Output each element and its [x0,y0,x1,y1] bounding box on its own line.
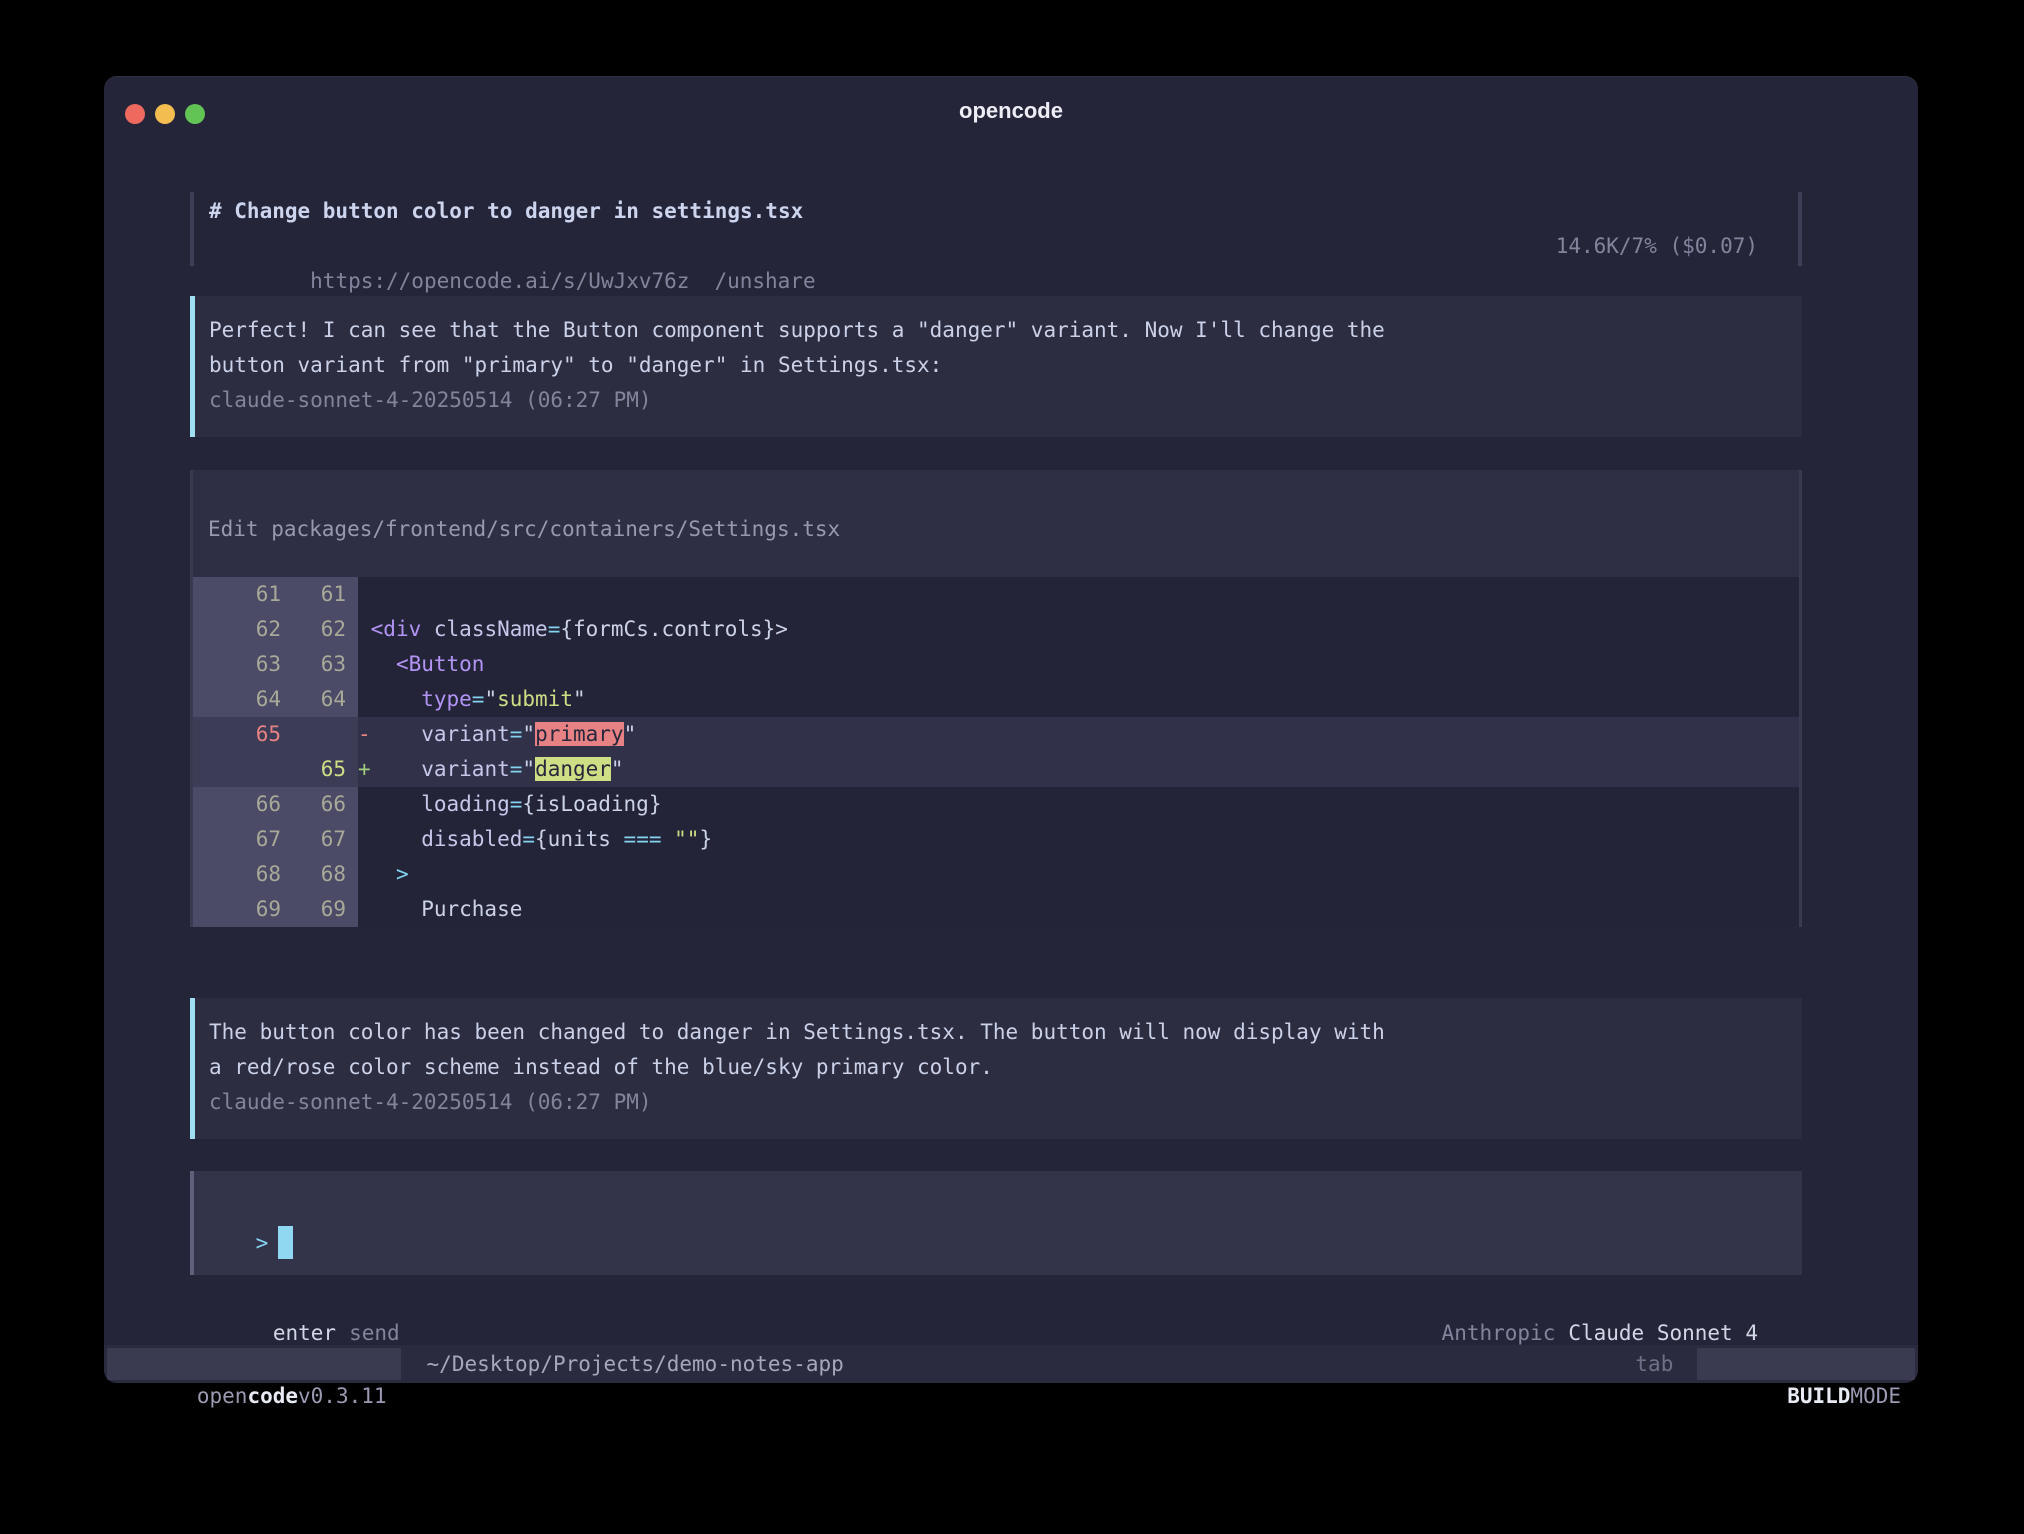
line-number-new: 62 [293,612,358,647]
diff-code-line: <div className={formCs.controls}> [358,612,1799,647]
diff-row: 6666 loading={isLoading} [193,787,1799,822]
diff-row: 6161 [193,577,1799,612]
prompt-symbol: > [256,1231,269,1255]
session-header: # Change button color to danger in setti… [190,192,1802,266]
share-row: https://opencode.ai/s/UwJxv76z/unshare [209,229,816,264]
diff-code-line: disabled={units === ""} [358,822,1799,857]
line-number-new: 68 [293,857,358,892]
session-subheader: https://opencode.ai/s/UwJxv76z/unshare 1… [209,229,1758,264]
diff-view: 61616262 <div className={formCs.controls… [193,577,1799,927]
window-title: opencode [104,98,1918,124]
prompt-input[interactable]: > [190,1171,1802,1275]
enter-key-hint: enter [273,1321,336,1345]
line-number-old: 66 [193,787,293,822]
assistant-message: The button color has been changed to dan… [190,998,1802,1139]
model-label: Claude Sonnet 4 [1568,1321,1758,1345]
line-number-new: 66 [293,787,358,822]
tab-key-hint: tab [1635,1352,1673,1376]
line-number-old: 64 [193,682,293,717]
edit-tool-card: Edit packages/frontend/src/containers/Se… [190,470,1802,927]
diff-row: 6262 <div className={formCs.controls}> [193,612,1799,647]
diff-code-line: <Button [358,647,1799,682]
diff-code-line [358,577,1799,612]
brand-open: open [197,1384,248,1408]
send-hint: entersend [197,1281,400,1316]
mode-name: BUILD [1787,1384,1850,1408]
status-bar: opencodev0.3.11 ~/Desktop/Projects/demo-… [104,1345,1918,1383]
share-url[interactable]: https://opencode.ai/s/UwJxv76z [310,269,689,293]
hint-row: entersend AnthropicClaude Sonnet 4 [190,1281,1802,1316]
diff-code-line: + variant="danger" [358,752,1799,787]
token-usage: 14.6K/7% ($0.07) [1556,229,1758,264]
assistant-message: Perfect! I can see that the Button compo… [190,296,1802,437]
model-indicator: AnthropicClaude Sonnet 4 [1366,1281,1758,1316]
diff-row: 6363 <Button [193,647,1799,682]
message-meta: claude-sonnet-4-20250514 (06:27 PM) [209,383,1782,418]
diff-code-line: loading={isLoading} [358,787,1799,822]
working-directory: ~/Desktop/Projects/demo-notes-app [427,1352,844,1376]
line-number-new: 64 [293,682,358,717]
diff-row: 6767 disabled={units === ""} [193,822,1799,857]
brand-code: code [247,1384,298,1408]
message-text: The button color has been changed to dan… [209,1015,1782,1050]
opencode-window: opencode # Change button color to danger… [104,76,1918,1383]
message-text: a red/rose color scheme instead of the b… [209,1050,1782,1085]
diff-code-line: type="submit" [358,682,1799,717]
line-number-old: 67 [193,822,293,857]
text-cursor [278,1226,293,1259]
edit-tool-title: Edit packages/frontend/src/containers/Se… [193,512,1799,547]
unshare-command[interactable]: /unshare [714,269,815,293]
diff-row: 65 - variant="primary" [193,717,1799,752]
message-text: button variant from "primary" to "danger… [209,348,1782,383]
diff-code-line: Purchase [358,892,1799,927]
line-number-old: 68 [193,857,293,892]
send-label: send [349,1321,400,1345]
app-version: v0.3.11 [298,1384,387,1408]
diff-code-line: > [358,857,1799,892]
message-meta: claude-sonnet-4-20250514 (06:27 PM) [209,1085,1782,1120]
diff-row: 6969 Purchase [193,892,1799,927]
line-number-new [293,717,358,752]
session-title: # Change button color to danger in setti… [209,194,1758,229]
line-number-old: 61 [193,577,293,612]
line-number-new: 65 [293,752,358,787]
diff-row: 6868 > [193,857,1799,892]
mode-suffix: MODE [1850,1384,1901,1408]
line-number-new: 61 [293,577,358,612]
line-number-old: 65 [193,717,293,752]
message-text: Perfect! I can see that the Button compo… [209,313,1782,348]
diff-row: 6464 type="submit" [193,682,1799,717]
line-number-old: 62 [193,612,293,647]
diff-code-line: - variant="primary" [358,717,1799,752]
app-version-chip: opencodev0.3.11 [107,1348,401,1380]
line-number-new: 63 [293,647,358,682]
mode-chip[interactable]: BUILDMODE [1697,1348,1915,1380]
line-number-new: 69 [293,892,358,927]
line-number-old: 63 [193,647,293,682]
line-number-old [193,752,293,787]
provider-label: Anthropic [1442,1321,1556,1345]
diff-row: 65+ variant="danger" [193,752,1799,787]
line-number-new: 67 [293,822,358,857]
line-number-old: 69 [193,892,293,927]
